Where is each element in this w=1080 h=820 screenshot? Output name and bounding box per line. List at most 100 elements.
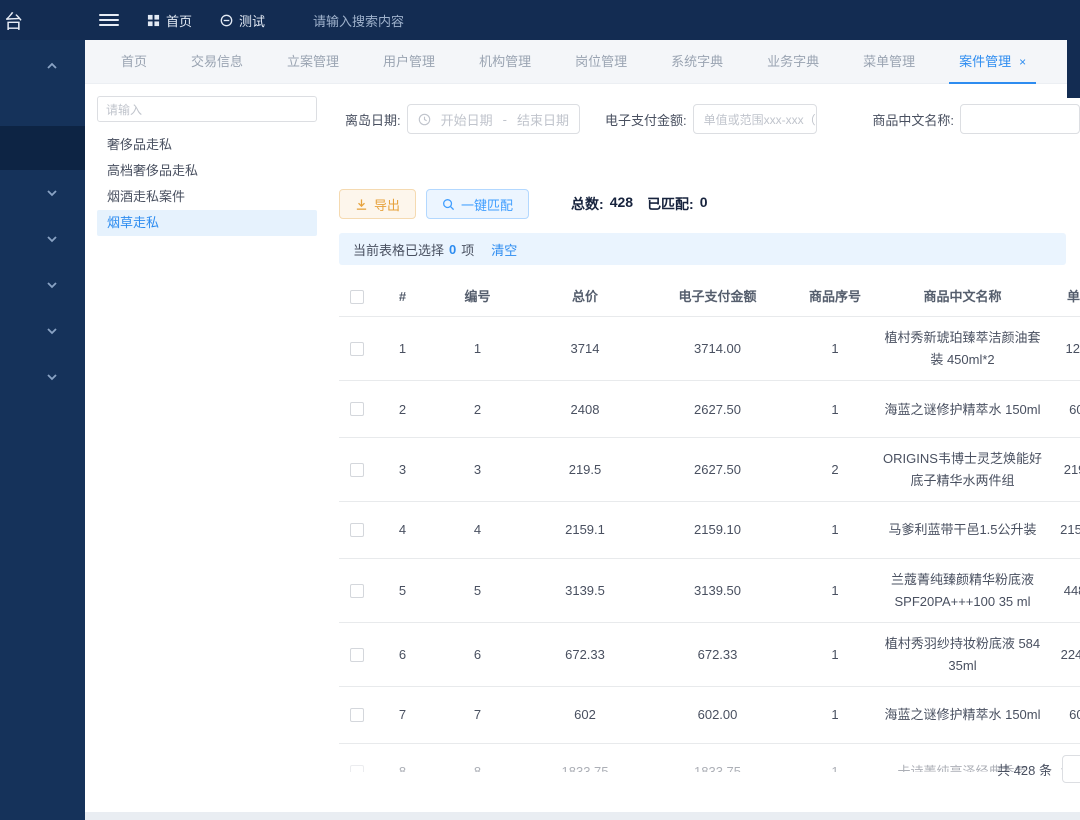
row-checkbox[interactable] <box>350 342 364 356</box>
total-value: 428 <box>610 194 633 214</box>
case-type-item[interactable]: 烟酒走私案件 <box>97 184 317 210</box>
table-row[interactable]: 442159.12159.101马爹利蓝带干邑1.5公升装2159.1 <box>339 502 1080 559</box>
table-row[interactable]: 881833.751833.751卡诗菁纯亮泽经典香氛183.38 <box>339 744 1080 773</box>
table-cell: 1 <box>790 328 880 369</box>
column-header: 商品序号 <box>790 277 880 316</box>
table-cell: 1 <box>790 694 880 735</box>
table-row[interactable]: 553139.53139.501兰蔻菁纯臻颜精华粉底液SPF20PA+++100… <box>339 559 1080 623</box>
table-cell: 2159.1 <box>525 509 645 550</box>
table-cell: 3139.50 <box>645 570 790 611</box>
date-start-input[interactable]: 开始日期 <box>441 110 493 129</box>
nav-test-label: 测试 <box>239 11 265 30</box>
table-cell: 1 <box>375 328 430 369</box>
chevron-up-icon[interactable] <box>44 58 60 74</box>
date-filter-label: 离岛日期: <box>345 110 401 129</box>
column-header: # <box>375 277 430 316</box>
table-cell: 602 <box>1045 694 1080 735</box>
tab-菜单管理[interactable]: 菜单管理 <box>841 40 937 84</box>
page-size-select[interactable] <box>1062 755 1080 783</box>
table-cell: 1833.75 <box>645 751 790 772</box>
tab-岗位管理[interactable]: 岗位管理 <box>553 40 649 84</box>
table-cell: 7 <box>430 694 525 735</box>
table-row[interactable]: 1137143714.001植村秀新琥珀臻萃洁颜油套装 450ml*21238 <box>339 317 1080 381</box>
tab-机构管理[interactable]: 机构管理 <box>457 40 553 84</box>
date-separator: - <box>503 112 507 127</box>
amount-input[interactable]: 单值或范围xxx-xxx（仅整数 <box>693 104 818 134</box>
case-type-item[interactable]: 烟草走私 <box>97 210 317 236</box>
column-header: 电子支付金额 <box>645 277 790 316</box>
row-checkbox[interactable] <box>350 463 364 477</box>
table-cell: 1 <box>790 509 880 550</box>
chevron-down-icon[interactable] <box>44 231 60 247</box>
chevron-down-icon[interactable] <box>44 185 60 201</box>
table-cell: 602 <box>525 694 645 735</box>
total-label: 总数: <box>571 194 604 214</box>
case-panel: 离岛日期: 开始日期 - 结束日期 电子支付金额: 单值或范围xxx-xxx（仅… <box>327 84 1080 811</box>
close-tab-icon[interactable]: × <box>1019 40 1026 84</box>
table-header-row: #编号总价电子支付金额商品序号商品中文名称单价 <box>339 277 1080 317</box>
table-cell: 植村秀新琥珀臻萃洁颜油套装 450ml*2 <box>880 317 1045 380</box>
matched-value: 0 <box>700 194 708 214</box>
table-cell: 219.5 <box>1045 449 1080 490</box>
table-cell: 2408 <box>525 389 645 430</box>
date-end-input[interactable]: 结束日期 <box>517 110 569 129</box>
tab-bar: 首页交易信息立案管理用户管理机构管理岗位管理系统字典业务字典菜单管理案件管理× <box>85 40 1080 84</box>
main-area: 首页交易信息立案管理用户管理机构管理岗位管理系统字典业务字典菜单管理案件管理× … <box>85 40 1080 812</box>
table-row[interactable]: 2224082627.501海蓝之谜修护精萃水 150ml602 <box>339 381 1080 438</box>
tab-立案管理[interactable]: 立案管理 <box>265 40 361 84</box>
table-cell: 1238 <box>1045 328 1080 369</box>
table-cell: 海蓝之谜修护精萃水 150ml <box>880 694 1045 735</box>
sidebar <box>0 0 85 820</box>
selection-prefix: 当前表格已选择 <box>353 240 444 259</box>
table-cell: 2 <box>790 449 880 490</box>
tab-首页[interactable]: 首页 <box>99 40 169 84</box>
nav-home[interactable]: 首页 <box>147 11 192 30</box>
amount-filter-label: 电子支付金额: <box>605 110 687 129</box>
table-row[interactable]: 33219.52627.502ORIGINS韦博士灵芝焕能好底子精华水两件组21… <box>339 438 1080 502</box>
table-row[interactable]: 66672.33672.331植村秀羽纱持妆粉底液 584 35ml224.11 <box>339 623 1080 687</box>
row-checkbox[interactable] <box>350 523 364 537</box>
sidebar-selected-item[interactable] <box>0 126 85 170</box>
table-cell: 兰蔻菁纯臻颜精华粉底液SPF20PA+++100 35 ml <box>880 559 1045 622</box>
table-cell: 1 <box>790 389 880 430</box>
date-range-picker[interactable]: 开始日期 - 结束日期 <box>407 104 580 134</box>
select-all-checkbox[interactable] <box>350 290 364 304</box>
table-cell: 672.33 <box>525 634 645 675</box>
chevron-down-icon[interactable] <box>44 369 60 385</box>
table-cell: 1 <box>430 328 525 369</box>
filter-row: 离岛日期: 开始日期 - 结束日期 电子支付金额: 单值或范围xxx-xxx（仅… <box>327 104 1080 134</box>
row-checkbox[interactable] <box>350 584 364 598</box>
row-checkbox[interactable] <box>350 708 364 722</box>
tab-active[interactable]: 案件管理× <box>937 40 1048 84</box>
case-type-search-input[interactable]: 请输入 <box>97 96 317 122</box>
table-cell: 8 <box>375 751 430 772</box>
nav-test[interactable]: 测试 <box>220 11 265 30</box>
export-button[interactable]: 导出 <box>339 189 416 219</box>
column-header: 单价 <box>1045 277 1080 316</box>
pagination-total: 共 428 条 <box>997 760 1052 779</box>
table-row[interactable]: 77602602.001海蓝之谜修护精萃水 150ml602 <box>339 687 1080 744</box>
tab-系统字典[interactable]: 系统字典 <box>649 40 745 84</box>
tab-用户管理[interactable]: 用户管理 <box>361 40 457 84</box>
table-cell: 2159.10 <box>645 509 790 550</box>
row-checkbox[interactable] <box>350 402 364 416</box>
action-row: 导出 一键匹配 总数: 428 已匹配: 0 <box>339 189 1080 219</box>
clear-selection-link[interactable]: 清空 <box>491 240 517 259</box>
global-search-input[interactable]: 请输入搜索内容 <box>313 11 404 30</box>
row-checkbox[interactable] <box>350 765 364 773</box>
table-cell: 3 <box>430 449 525 490</box>
case-type-item[interactable]: 奢侈品走私 <box>97 132 317 158</box>
one-key-match-button[interactable]: 一键匹配 <box>426 189 529 219</box>
chevron-down-icon[interactable] <box>44 277 60 293</box>
case-type-item[interactable]: 高档奢侈品走私 <box>97 158 317 184</box>
table-cell: 3 <box>375 449 430 490</box>
table-cell: 2159.1 <box>1045 509 1080 550</box>
row-checkbox[interactable] <box>350 648 364 662</box>
hamburger-menu-icon[interactable] <box>99 14 119 26</box>
matched-label: 已匹配: <box>647 194 694 214</box>
tab-业务字典[interactable]: 业务字典 <box>745 40 841 84</box>
tab-交易信息[interactable]: 交易信息 <box>169 40 265 84</box>
product-name-input[interactable] <box>960 104 1080 134</box>
chevron-down-icon[interactable] <box>44 323 60 339</box>
table-cell: 4 <box>375 509 430 550</box>
